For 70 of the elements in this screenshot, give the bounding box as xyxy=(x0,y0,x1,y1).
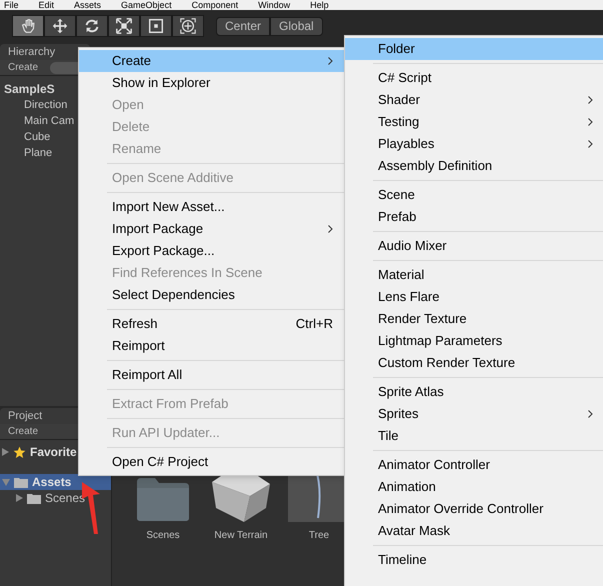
tree-label: Scenes xyxy=(45,490,86,507)
folder-icon xyxy=(14,476,28,488)
asset-label[interactable]: New Terrain xyxy=(214,528,268,543)
menu-item[interactable]: Render Texture xyxy=(345,308,603,330)
menu-item[interactable]: Sprites xyxy=(345,403,603,425)
menu-item[interactable]: Animator Override Controller xyxy=(345,498,603,520)
menu-item[interactable]: Edit xyxy=(38,0,54,10)
create-dropdown[interactable]: Create xyxy=(4,424,42,439)
tool-button[interactable] xyxy=(140,15,172,37)
menu-item[interactable]: GameObject xyxy=(121,0,172,10)
menu-item[interactable]: Sprite Atlas xyxy=(345,381,603,403)
menu-item[interactable]: Avatar Mask xyxy=(345,520,603,542)
menu-item[interactable]: Lightmap Parameters xyxy=(345,330,603,352)
menu-item[interactable]: Refresh Ctrl+R xyxy=(79,313,345,335)
menu-item[interactable]: Material xyxy=(345,264,603,286)
menu-item[interactable]: Assets xyxy=(74,0,102,10)
menu-item[interactable]: Lens Flare xyxy=(345,286,603,308)
asset-label[interactable]: Scenes xyxy=(146,528,180,543)
expand-icon[interactable] xyxy=(2,448,9,456)
transform-icon xyxy=(179,17,197,35)
asset-label[interactable]: Tree xyxy=(308,528,330,543)
tool-button[interactable] xyxy=(108,15,140,37)
scale-icon xyxy=(115,17,133,35)
menu-item[interactable]: Scene xyxy=(345,184,603,206)
selected-row[interactable]: Assets xyxy=(0,474,111,490)
tool-button[interactable] xyxy=(76,15,108,37)
menu-item[interactable]: Testing xyxy=(345,111,603,133)
menu-item[interactable]: Window xyxy=(258,0,290,10)
menu-item[interactable]: Import New Asset... xyxy=(79,196,345,218)
menu-item[interactable]: Reimport xyxy=(79,335,345,357)
expand-icon[interactable] xyxy=(16,494,23,502)
menu-item[interactable]: Show in Explorer xyxy=(79,72,345,94)
folder-icon xyxy=(135,476,191,522)
move-icon xyxy=(51,17,69,35)
pivot-button[interactable]: Center xyxy=(216,16,270,36)
rotate-icon xyxy=(83,17,101,35)
menu-item[interactable]: C# Script xyxy=(345,67,603,89)
menu-item[interactable]: Prefab xyxy=(345,206,603,228)
space-button[interactable]: Global xyxy=(270,16,323,36)
star-icon xyxy=(13,446,26,458)
menu-item[interactable]: Animator Controller xyxy=(345,454,603,476)
menu-item[interactable]: Custom Render Texture xyxy=(345,352,603,374)
menu-item[interactable]: Folder xyxy=(345,38,603,60)
menu-item[interactable]: Animation xyxy=(345,476,603,498)
tool-button[interactable] xyxy=(172,15,204,37)
tree-label: Favorite xyxy=(30,444,77,461)
menu-item[interactable]: Timeline xyxy=(345,549,603,571)
menu-item[interactable]: Playables xyxy=(345,133,603,155)
folder-icon xyxy=(27,492,41,504)
menu-item[interactable]: Export Package... xyxy=(79,240,345,262)
tool-button[interactable] xyxy=(44,15,76,37)
hand-icon xyxy=(19,17,37,35)
menu-item[interactable]: Shader xyxy=(345,89,603,111)
menu-item[interactable]: Help xyxy=(310,0,329,10)
scene-name[interactable]: SampleS xyxy=(4,80,55,98)
shortcut-label: Ctrl+R xyxy=(296,315,333,334)
menu-item[interactable]: Select Dependencies xyxy=(79,284,345,306)
rect-tool-icon xyxy=(147,17,165,35)
menu-item[interactable]: Assembly Definition xyxy=(345,155,603,177)
menu-item[interactable]: Component xyxy=(192,0,238,10)
tool-button[interactable] xyxy=(12,15,44,37)
menu-item[interactable]: Import Package xyxy=(79,218,345,240)
tree-label: Assets xyxy=(32,474,72,491)
menu-item[interactable]: File xyxy=(4,0,19,10)
menu-item[interactable]: Tile xyxy=(345,425,603,447)
menu-item[interactable]: Audio Mixer xyxy=(345,235,603,257)
menu-item[interactable]: Reimport All xyxy=(79,364,345,386)
create-dropdown[interactable]: Create xyxy=(4,60,42,75)
menu-item[interactable]: Create xyxy=(79,50,345,72)
menu-item[interactable]: Open C# Project xyxy=(79,451,345,473)
